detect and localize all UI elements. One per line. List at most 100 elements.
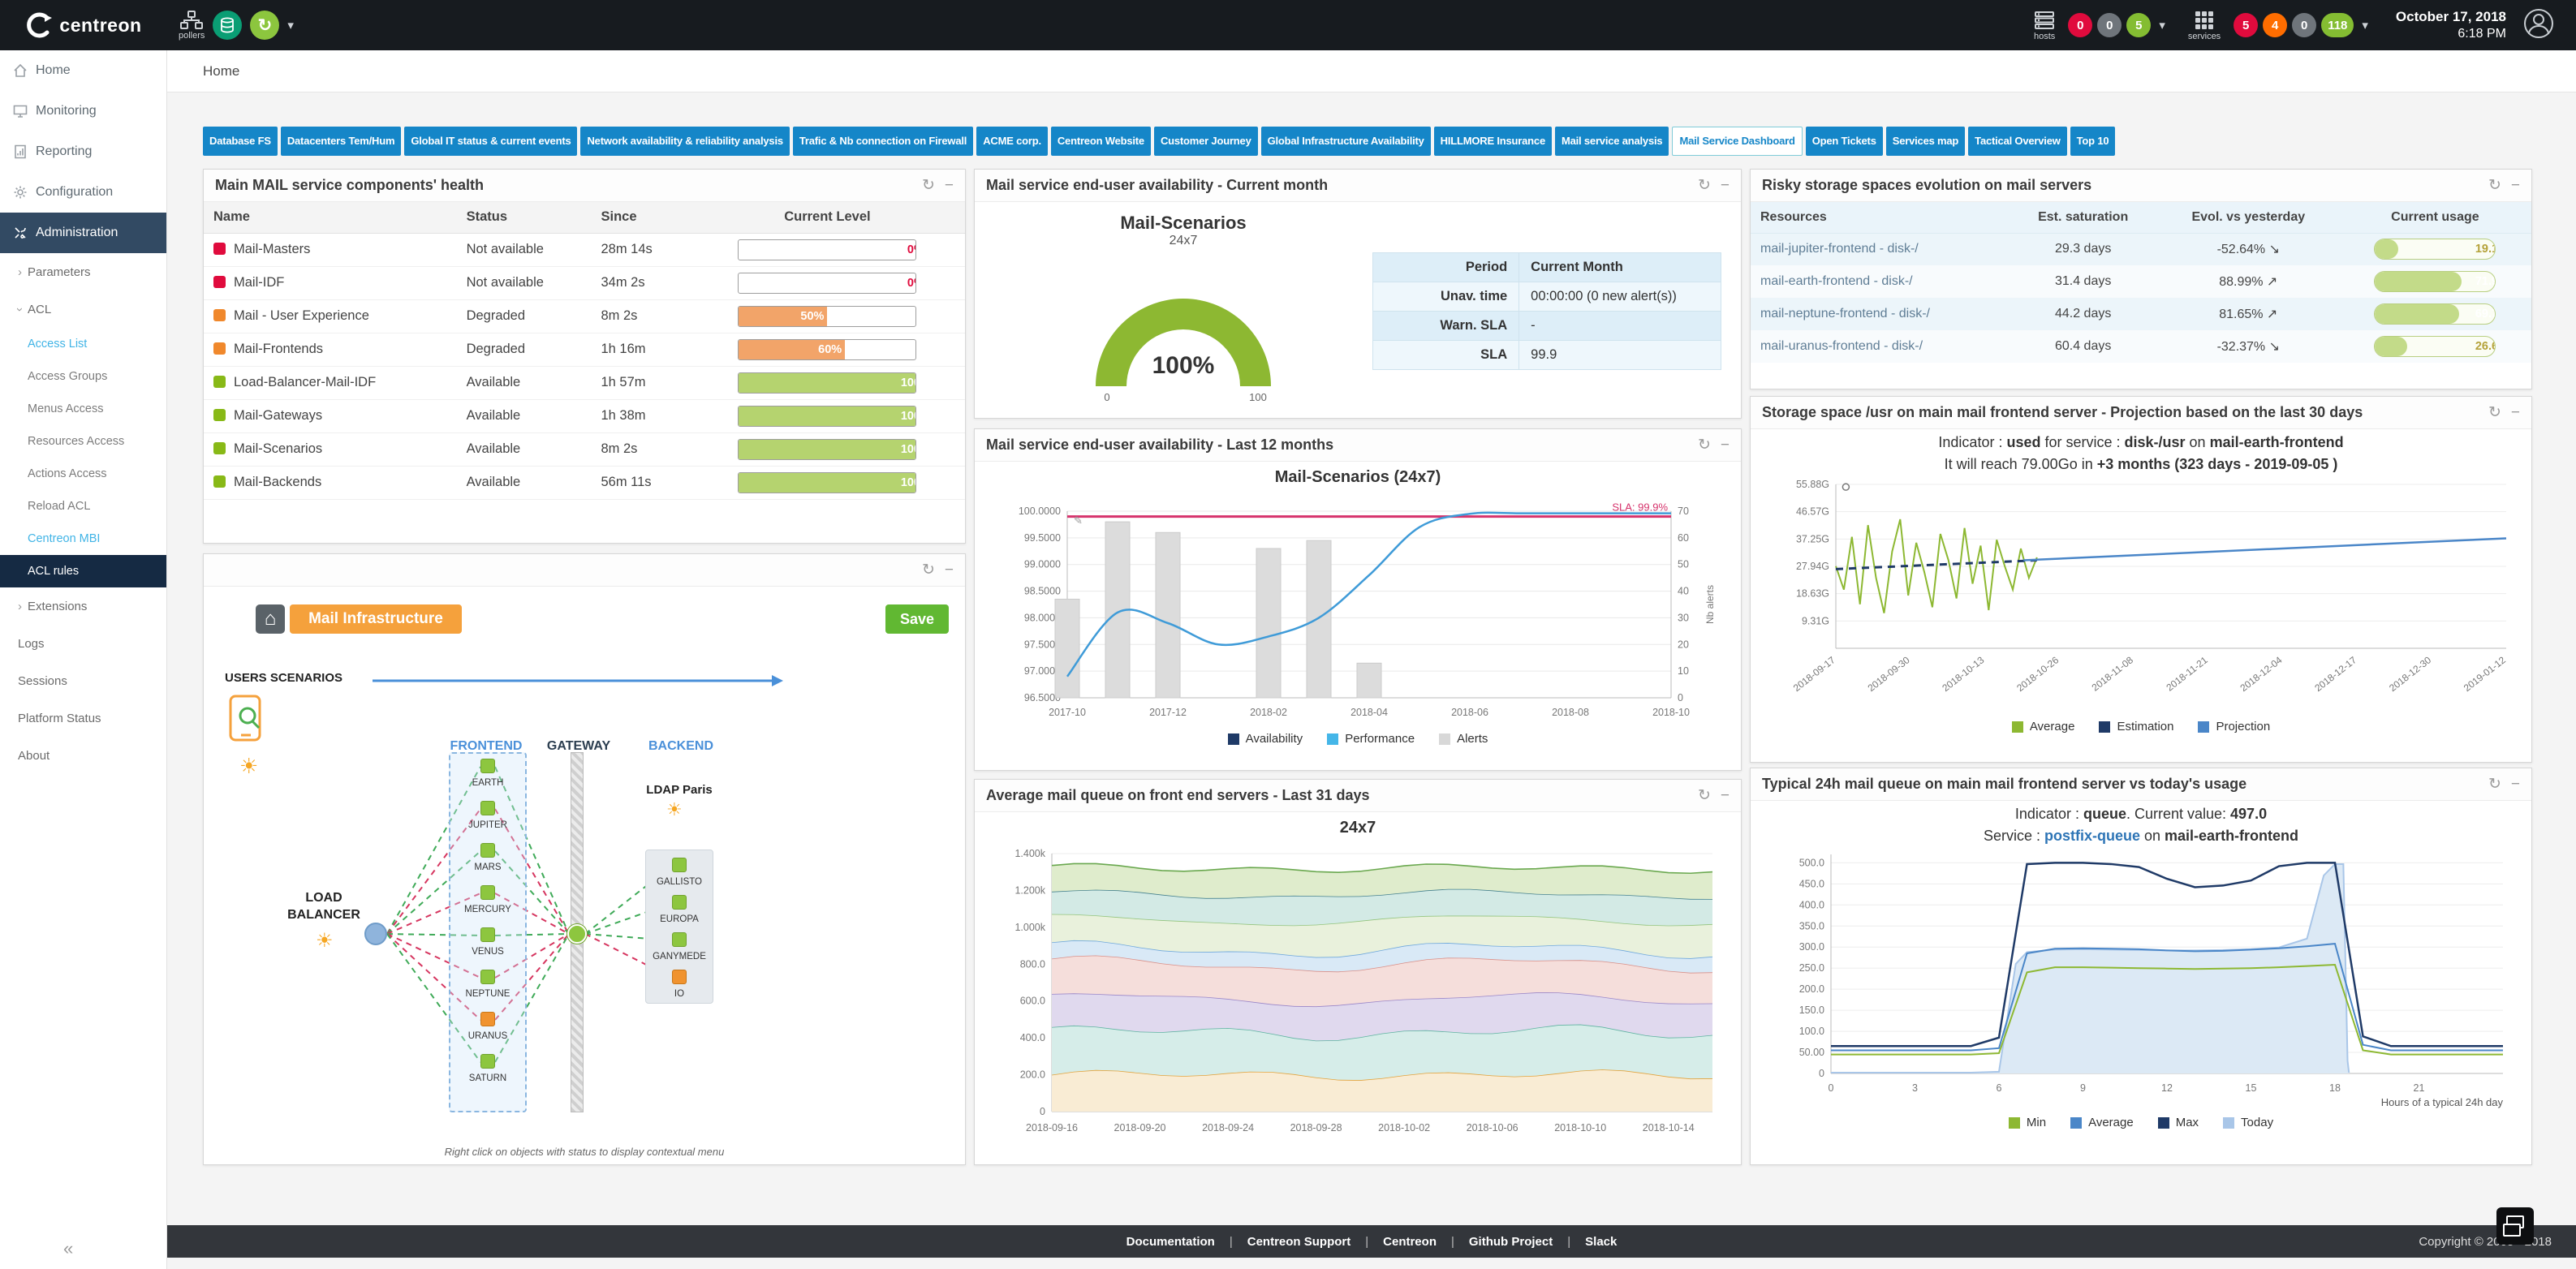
footer-link[interactable]: Centreon <box>1383 1235 1437 1249</box>
breadcrumb[interactable]: Home <box>203 63 239 80</box>
refresh-icon[interactable]: ↻ <box>2488 176 2501 195</box>
refresh-icon[interactable]: ↻ <box>1698 786 1711 805</box>
infrastructure-node-gallisto[interactable]: GALLISTO <box>647 858 712 887</box>
sidebar-item-access-list[interactable]: Access List <box>0 328 166 360</box>
infrastructure-node-neptune[interactable]: NEPTUNE <box>455 970 520 999</box>
hosts-status-badge[interactable]: 0 <box>2068 13 2092 37</box>
pollers-menu[interactable]: pollers <box>179 11 205 41</box>
sidebar-item-home[interactable]: Home <box>0 50 166 91</box>
infrastructure-node-io[interactable]: IO <box>647 970 712 999</box>
hosts-menu[interactable]: hosts <box>2034 10 2055 41</box>
tab-centreon-website[interactable]: Centreon Website <box>1051 127 1151 156</box>
hosts-status-badge[interactable]: 0 <box>2097 13 2122 37</box>
collapse-icon[interactable]: − <box>1721 437 1730 454</box>
sidebar-item-centreon-mbi[interactable]: Centreon MBI <box>0 523 166 555</box>
table-row[interactable]: Mail-BackendsAvailable56m 11s100% <box>204 466 965 499</box>
tab-datacenters-tem-hum[interactable]: Datacenters Tem/Hum <box>281 127 402 156</box>
chevron-down-icon[interactable]: ▾ <box>287 18 294 32</box>
collapse-icon[interactable]: − <box>2511 177 2520 195</box>
collapse-icon[interactable]: − <box>2511 776 2520 794</box>
table-row[interactable]: mail-jupiter-frontend - disk-/29.3 days-… <box>1751 233 2531 265</box>
collapse-icon[interactable]: − <box>1721 177 1730 195</box>
collapse-icon[interactable]: − <box>945 561 954 579</box>
infrastructure-node-europa[interactable]: EUROPA <box>647 895 712 924</box>
sidebar-item-monitoring[interactable]: Monitoring <box>0 91 166 131</box>
sidebar-item-platform-status[interactable]: Platform Status <box>0 699 166 737</box>
hosts-status-badge[interactable]: 5 <box>2126 13 2151 37</box>
table-row[interactable]: Mail-MastersNot available28m 14s0% <box>204 233 965 266</box>
footer-link[interactable]: Slack <box>1585 1235 1617 1249</box>
tab-open-tickets[interactable]: Open Tickets <box>1806 127 1883 156</box>
tab-trafic-nb-connection-on-firewall[interactable]: Trafic & Nb connection on Firewall <box>793 127 973 156</box>
sidebar-item-access-groups[interactable]: Access Groups <box>0 360 166 393</box>
tab-customer-journey[interactable]: Customer Journey <box>1154 127 1258 156</box>
infrastructure-node-mercury[interactable]: MERCURY <box>455 885 520 914</box>
table-row[interactable]: Mail-IDFNot available34m 2s0% <box>204 266 965 299</box>
footer-link[interactable]: Documentation <box>1126 1235 1215 1249</box>
table-row[interactable]: Mail-ScenariosAvailable8m 2s100% <box>204 432 965 466</box>
refresh-icon[interactable]: ↻ <box>2488 403 2501 422</box>
sidebar-item-reporting[interactable]: Reporting <box>0 131 166 172</box>
refresh-icon[interactable]: ↻ <box>1698 436 1711 454</box>
services-menu[interactable]: services <box>2188 10 2221 41</box>
tab-global-it-status-current-events[interactable]: Global IT status & current events <box>404 127 577 156</box>
sidebar-item-parameters[interactable]: ›Parameters <box>0 253 166 290</box>
infrastructure-node-venus[interactable]: VENUS <box>455 927 520 957</box>
sidebar-item-about[interactable]: About <box>0 737 166 774</box>
table-row[interactable]: mail-uranus-frontend - disk-/60.4 days-3… <box>1751 330 2531 363</box>
infrastructure-node-mars[interactable]: MARS <box>455 843 520 872</box>
tab-acme-corp-[interactable]: ACME corp. <box>976 127 1048 156</box>
refresh-icon[interactable]: ↻ <box>2488 775 2501 794</box>
services-status-badge[interactable]: 118 <box>2321 13 2354 37</box>
tab-mail-service-dashboard[interactable]: Mail Service Dashboard <box>1672 127 1802 156</box>
tab-mail-service-analysis[interactable]: Mail service analysis <box>1555 127 1669 156</box>
sidebar-item-logs[interactable]: Logs <box>0 625 166 662</box>
sidebar-item-sessions[interactable]: Sessions <box>0 662 166 699</box>
save-button[interactable]: Save <box>885 604 949 634</box>
infrastructure-node-earth[interactable]: EARTH <box>455 759 520 788</box>
tab-hillmore-insurance[interactable]: HILLMORE Insurance <box>1434 127 1552 156</box>
scheduler-status-icon[interactable]: ↻ <box>250 11 279 40</box>
tab-network-availability-reliability-analysis[interactable]: Network availability & reliability analy… <box>580 127 789 156</box>
services-status-badge[interactable]: 0 <box>2292 13 2316 37</box>
chevron-down-icon[interactable]: ▾ <box>2362 18 2368 32</box>
sidebar-item-actions-access[interactable]: Actions Access <box>0 458 166 490</box>
sidebar-item-configuration[interactable]: Configuration <box>0 172 166 213</box>
footer-link[interactable]: Centreon Support <box>1247 1235 1351 1249</box>
refresh-icon[interactable]: ↻ <box>922 561 935 579</box>
infrastructure-node-jupiter[interactable]: JUPITER <box>455 801 520 830</box>
sidebar-item-extensions[interactable]: ›Extensions <box>0 587 166 625</box>
tab-tactical-overview[interactable]: Tactical Overview <box>1968 127 2066 156</box>
footer-link[interactable]: Github Project <box>1469 1235 1553 1249</box>
infrastructure-node-saturn[interactable]: SATURN <box>455 1054 520 1083</box>
gateway-node[interactable] <box>567 924 587 944</box>
refresh-icon[interactable]: ↻ <box>1698 176 1711 195</box>
collapse-icon[interactable]: − <box>2511 404 2520 422</box>
infrastructure-badge[interactable]: Mail Infrastructure <box>290 604 462 634</box>
load-balancer-node[interactable] <box>364 923 387 945</box>
home-icon[interactable]: ⌂ <box>256 604 285 634</box>
centreon-logo[interactable]: centreon <box>0 11 167 39</box>
chevron-down-icon[interactable]: ▾ <box>2159 18 2165 32</box>
refresh-icon[interactable]: ↻ <box>922 176 935 195</box>
sidebar-item-menus-access[interactable]: Menus Access <box>0 393 166 425</box>
tab-services-map[interactable]: Services map <box>1886 127 1965 156</box>
table-row[interactable]: mail-neptune-frontend - disk-/44.2 days8… <box>1751 298 2531 330</box>
table-row[interactable]: Mail-GatewaysAvailable1h 38m100% <box>204 399 965 432</box>
services-status-badge[interactable]: 4 <box>2263 13 2287 37</box>
collapse-icon[interactable]: − <box>945 177 954 195</box>
sidebar-item-acl-rules[interactable]: ACL rules <box>0 555 166 587</box>
sidebar-item-resources-access[interactable]: Resources Access <box>0 425 166 458</box>
sidebar-item-reload-acl[interactable]: Reload ACL <box>0 490 166 523</box>
fullscreen-toggle-button[interactable] <box>2496 1207 2534 1245</box>
table-row[interactable]: Mail - User ExperienceDegraded8m 2s50% <box>204 299 965 333</box>
table-row[interactable]: Mail-FrontendsDegraded1h 16m60% <box>204 333 965 366</box>
collapse-icon[interactable]: − <box>1721 787 1730 805</box>
sidebar-item-administration[interactable]: Administration <box>0 213 166 253</box>
tab-top-10[interactable]: Top 10 <box>2070 127 2116 156</box>
sidebar-item-acl[interactable]: ›ACL <box>0 290 166 328</box>
services-status-badge[interactable]: 5 <box>2234 13 2258 37</box>
tab-global-infrastructure-availability[interactable]: Global Infrastructure Availability <box>1261 127 1431 156</box>
table-row[interactable]: mail-earth-frontend - disk-/31.4 days88.… <box>1751 265 2531 298</box>
infrastructure-node-uranus[interactable]: URANUS <box>455 1012 520 1041</box>
